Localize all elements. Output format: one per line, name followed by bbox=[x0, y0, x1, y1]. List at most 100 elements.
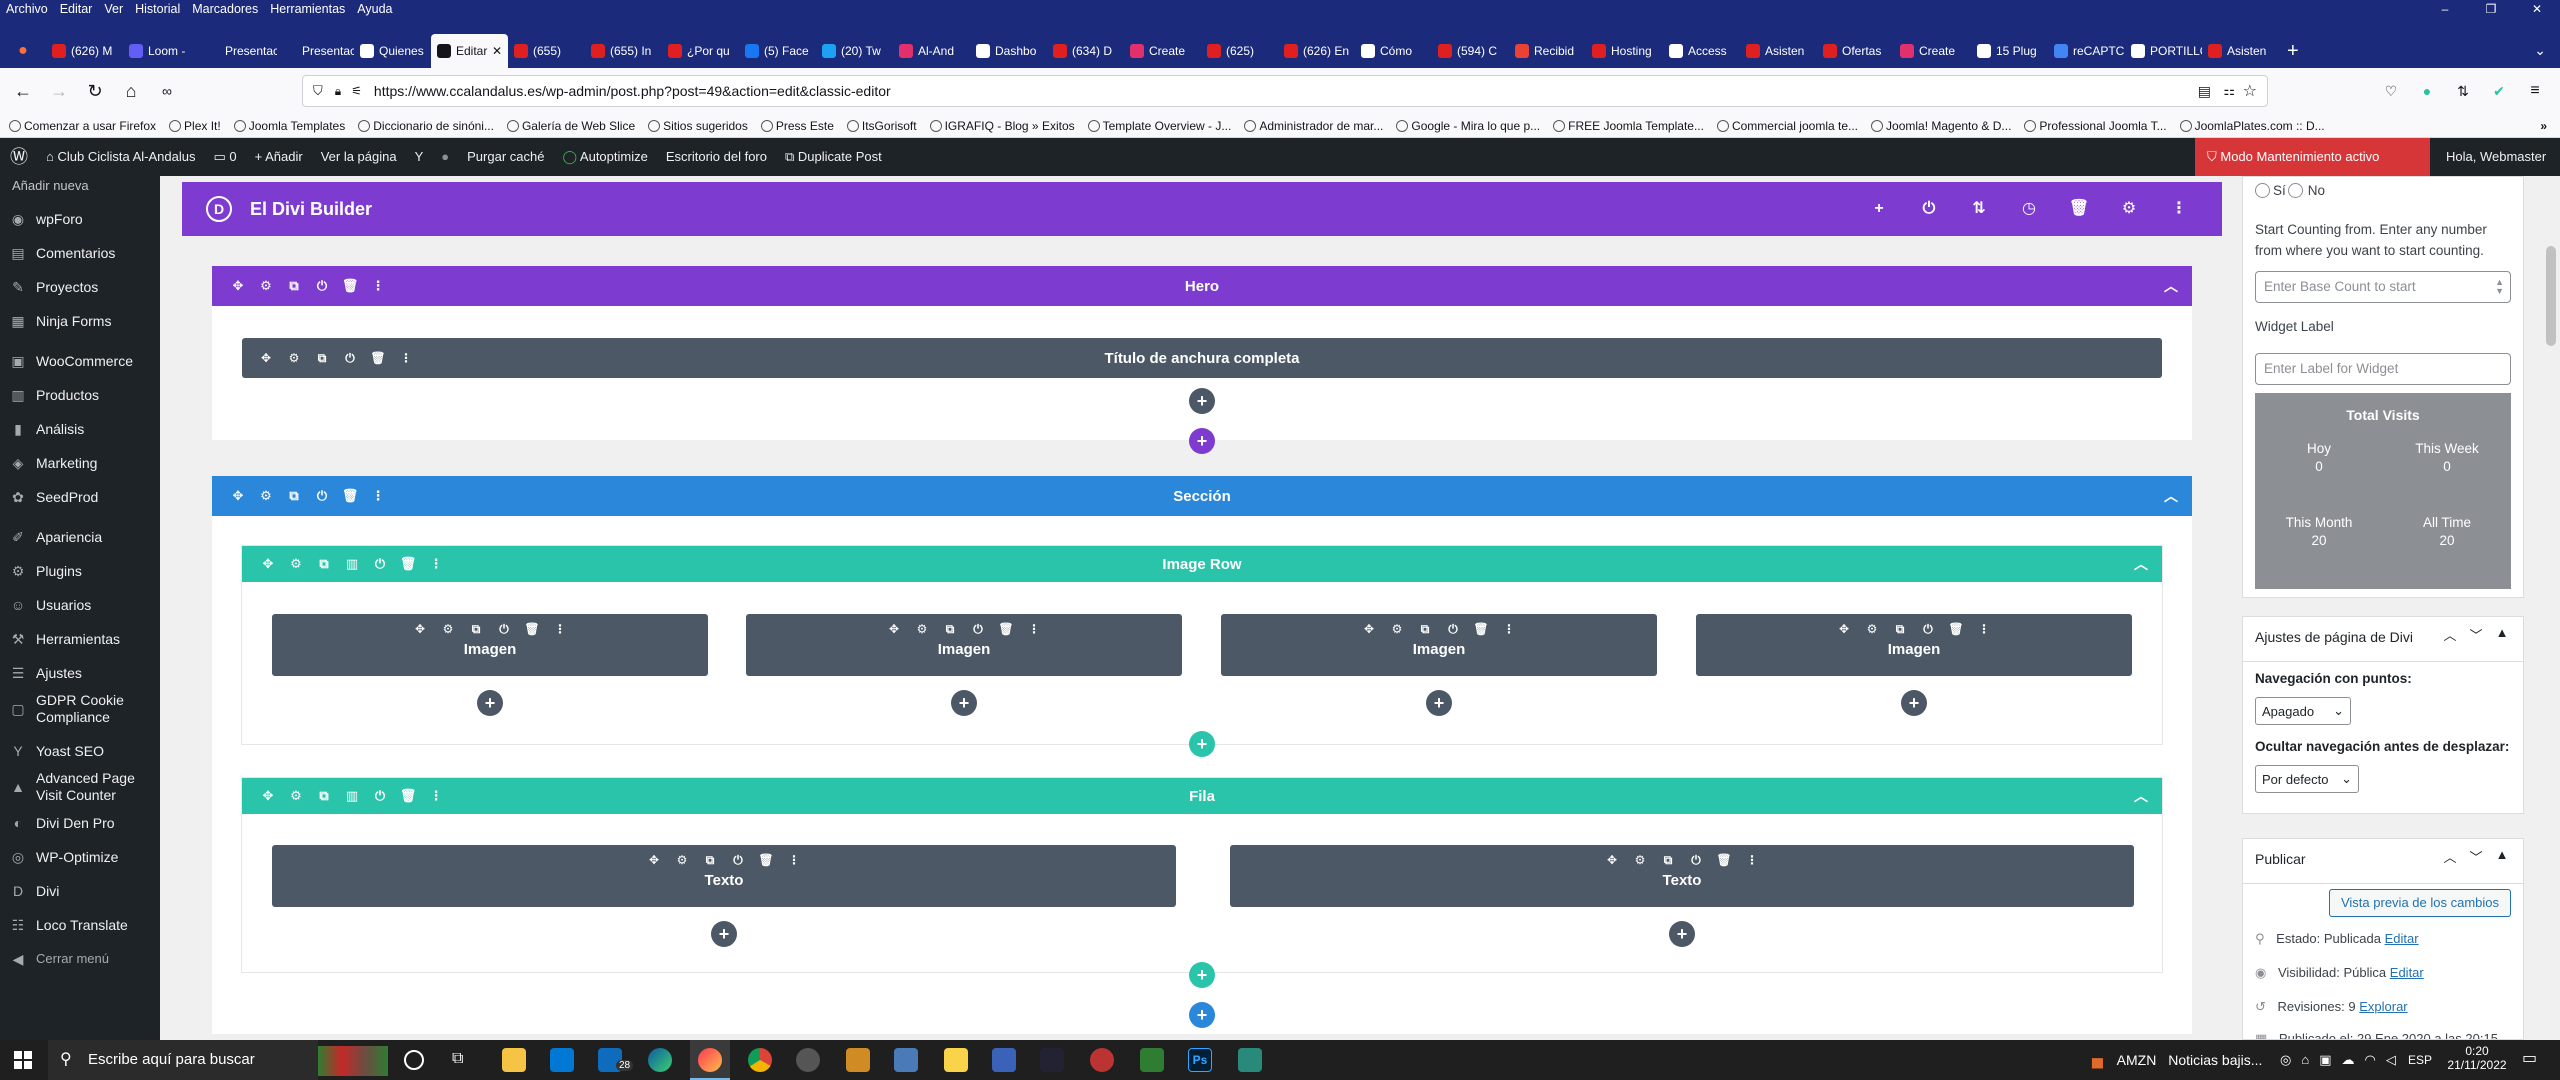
trash-icon[interactable]: 🗑︎ bbox=[1710, 853, 1738, 868]
module[interactable]: ✥ ⚙ ⧉ ⏻ 🗑︎ ⋮ Texto bbox=[1230, 845, 2134, 907]
sidebar-item[interactable]: ⚙ Plugins bbox=[0, 554, 160, 588]
settings-gear-icon[interactable]: ⚙ bbox=[282, 788, 310, 804]
bookmark-star-icon[interactable]: ☆ bbox=[2243, 81, 2257, 101]
chevron-up-icon[interactable]: ︿ bbox=[2134, 778, 2148, 814]
browser-tab[interactable]: Al-And bbox=[893, 34, 970, 68]
sync-icon[interactable]: ⇅ bbox=[2450, 78, 2476, 104]
browser-tab[interactable]: Asisten bbox=[1740, 34, 1817, 68]
hero-section-bar[interactable]: ✥ ⚙ ⧉ ⏻ 🗑︎ ⋮ Hero ︿ bbox=[212, 266, 2192, 306]
columns-icon[interactable]: ▥ bbox=[338, 556, 366, 572]
more-vertical-icon[interactable]: ⋮ bbox=[2154, 182, 2204, 236]
trash-icon[interactable]: 🗑︎ bbox=[1467, 622, 1495, 637]
app-wings-icon[interactable] bbox=[992, 1048, 1016, 1072]
main-section-bar[interactable]: ✥ ⚙ ⧉ ⏻ 🗑︎ ⋮ Sección ︿ bbox=[212, 476, 2192, 516]
snipping-tool-icon[interactable] bbox=[894, 1048, 918, 1072]
store-icon[interactable] bbox=[550, 1048, 574, 1072]
no-radio[interactable] bbox=[2287, 183, 2303, 198]
app-target-icon[interactable] bbox=[1090, 1048, 1114, 1072]
firefox-taskbar-icon[interactable] bbox=[698, 1048, 722, 1072]
duplicate-icon[interactable]: ⧉ bbox=[280, 488, 308, 504]
restore-icon[interactable]: ❐ bbox=[2468, 0, 2514, 18]
view-page-link[interactable]: Ver la página bbox=[312, 138, 406, 176]
sidebar-item[interactable]: ☺ Usuarios bbox=[0, 588, 160, 622]
settings-gear-icon[interactable]: ⚙ bbox=[1626, 853, 1654, 868]
sort-icon[interactable]: ⇅ bbox=[1954, 182, 2004, 236]
bookmark-link[interactable]: Press Este bbox=[773, 119, 841, 133]
yoast-icon[interactable]: Y bbox=[406, 138, 433, 176]
module[interactable]: ✥ ⚙ ⧉ ⏻ 🗑︎ ⋮ Imagen bbox=[1221, 614, 1657, 676]
windows-start-icon[interactable] bbox=[14, 1051, 32, 1069]
power-icon[interactable]: ⏻ bbox=[1682, 853, 1710, 868]
move-icon[interactable]: ✥ bbox=[224, 488, 252, 504]
power-icon[interactable]: ⏻ bbox=[964, 622, 992, 637]
weather-news-widget[interactable]: ▅ AMZN Noticias bajis... bbox=[2092, 1040, 2262, 1080]
move-icon[interactable]: ✥ bbox=[640, 853, 668, 868]
power-icon[interactable]: ⏻ bbox=[366, 556, 394, 572]
volume-icon[interactable]: ◁ bbox=[2386, 1040, 2396, 1080]
duplicate-icon[interactable]: ⧉ bbox=[462, 622, 490, 637]
lock-icon[interactable]: 🔒︎ bbox=[335, 84, 341, 99]
network-icon[interactable]: ⌂ bbox=[2301, 1040, 2309, 1080]
menu-item[interactable]: Historial bbox=[129, 2, 186, 16]
browser-tab[interactable]: (594) C bbox=[1432, 34, 1509, 68]
columns-icon[interactable]: ▥ bbox=[338, 788, 366, 804]
edge-icon[interactable] bbox=[648, 1048, 672, 1072]
autoptimize-link[interactable]: ◯ Autoptimize bbox=[553, 138, 656, 176]
wordpress-logo-icon[interactable]: Ⓦ bbox=[0, 138, 37, 176]
trash-icon[interactable]: 🗑︎ bbox=[752, 853, 780, 868]
settings-gear-icon[interactable]: ⚙ bbox=[280, 351, 308, 365]
module[interactable]: ✥ ⚙ ⧉ ⏻ 🗑︎ ⋮ Imagen bbox=[272, 614, 708, 676]
extension-icon[interactable]: ∞ bbox=[154, 78, 180, 104]
scrollbar-thumb[interactable] bbox=[2546, 246, 2556, 346]
settings-gear-icon[interactable]: ⚙ bbox=[1858, 622, 1886, 637]
app-robot-icon[interactable] bbox=[1238, 1048, 1262, 1072]
move-icon[interactable]: ✥ bbox=[252, 351, 280, 365]
power-icon[interactable]: ⏻ bbox=[490, 622, 518, 637]
dots-navigation-select[interactable]: Apagado ⌄ bbox=[2255, 697, 2351, 725]
more-vertical-icon[interactable]: ⋮ bbox=[392, 351, 420, 365]
more-vertical-icon[interactable]: ⋮ bbox=[1495, 622, 1523, 637]
more-vertical-icon[interactable]: ⋮ bbox=[422, 556, 450, 572]
bookmark-link[interactable]: Sitios sugeridos bbox=[660, 119, 755, 133]
app-leaf-icon[interactable] bbox=[1140, 1048, 1164, 1072]
browser-tab[interactable]: PORTILLO bbox=[2125, 34, 2202, 68]
add-icon[interactable]: + bbox=[1854, 182, 1904, 236]
page-scrollbar[interactable] bbox=[2542, 176, 2560, 1040]
trash-icon[interactable]: 🗑︎ bbox=[2054, 182, 2104, 236]
browser-tab[interactable]: (20) Tw bbox=[816, 34, 893, 68]
power-icon[interactable]: ⏻ bbox=[308, 278, 336, 294]
chevron-up-icon[interactable]: ︿ bbox=[2164, 266, 2178, 306]
trash-icon[interactable]: 🗑︎ bbox=[992, 622, 1020, 637]
taskbar-search-box[interactable]: ⚲ Escribe aquí para buscar bbox=[48, 1040, 318, 1080]
browser-tab[interactable]: (5) Face bbox=[739, 34, 816, 68]
language-indicator[interactable]: ESP bbox=[2408, 1040, 2432, 1080]
new-tab-icon[interactable]: + bbox=[2287, 40, 2299, 63]
add-section-button[interactable]: + bbox=[1189, 428, 1215, 454]
settings-gear-icon[interactable]: ⚙ bbox=[434, 622, 462, 637]
sidebar-item[interactable]: ◀ Cerrar menú bbox=[0, 942, 160, 976]
browser-tab[interactable]: Asisten bbox=[2202, 34, 2279, 68]
power-icon[interactable]: ⏻ bbox=[1439, 622, 1467, 637]
browser-tab[interactable]: 15 Plug bbox=[1971, 34, 2048, 68]
bookmark-link[interactable]: IGRAFIQ - Blog » Exitos bbox=[942, 119, 1082, 133]
sidebar-item[interactable]: ⚒ Herramientas bbox=[0, 622, 160, 656]
power-icon[interactable]: ⏻ bbox=[724, 853, 752, 868]
power-icon[interactable]: ⏻ bbox=[1914, 622, 1942, 637]
sidebar-item[interactable]: Y Yoast SEO bbox=[0, 734, 160, 768]
permissions-icon[interactable]: ⚟ bbox=[351, 84, 362, 98]
sidebar-item[interactable]: ▮ Análisis bbox=[0, 412, 160, 446]
add-module-button[interactable]: + bbox=[951, 690, 977, 716]
settings-gear-icon[interactable]: ⚙ bbox=[252, 278, 280, 294]
bookmark-link[interactable]: Plex It! bbox=[181, 119, 228, 133]
browser-tab[interactable]: Create bbox=[1124, 34, 1201, 68]
home-icon[interactable]: ⌂ bbox=[118, 78, 144, 104]
sidebar-item[interactable]: ☰ Ajustes bbox=[0, 656, 160, 690]
settings-gear-icon[interactable]: ⚙ bbox=[908, 622, 936, 637]
module[interactable]: ✥ ⚙ ⧉ ⏻ 🗑︎ ⋮ Imagen bbox=[746, 614, 1182, 676]
reader-view-icon[interactable]: ▤ bbox=[2198, 83, 2211, 100]
forum-dashboard-link[interactable]: Escritorio del foro bbox=[657, 138, 776, 176]
widget-label-input[interactable]: Enter Label for Widget bbox=[2255, 353, 2511, 385]
bookmark-link[interactable]: JoomlaPlates.com :: D... bbox=[2192, 119, 2332, 133]
module[interactable]: ✥ ⚙ ⧉ ⏻ 🗑︎ ⋮ Imagen bbox=[1696, 614, 2132, 676]
photoshop-icon[interactable]: Ps bbox=[1188, 1048, 1212, 1072]
